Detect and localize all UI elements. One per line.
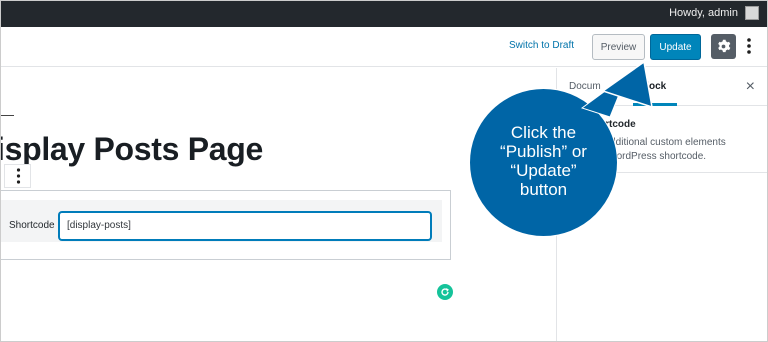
callout-text: Click the “Publish” or “Update” button <box>500 123 587 199</box>
callout-arrow <box>580 60 653 118</box>
